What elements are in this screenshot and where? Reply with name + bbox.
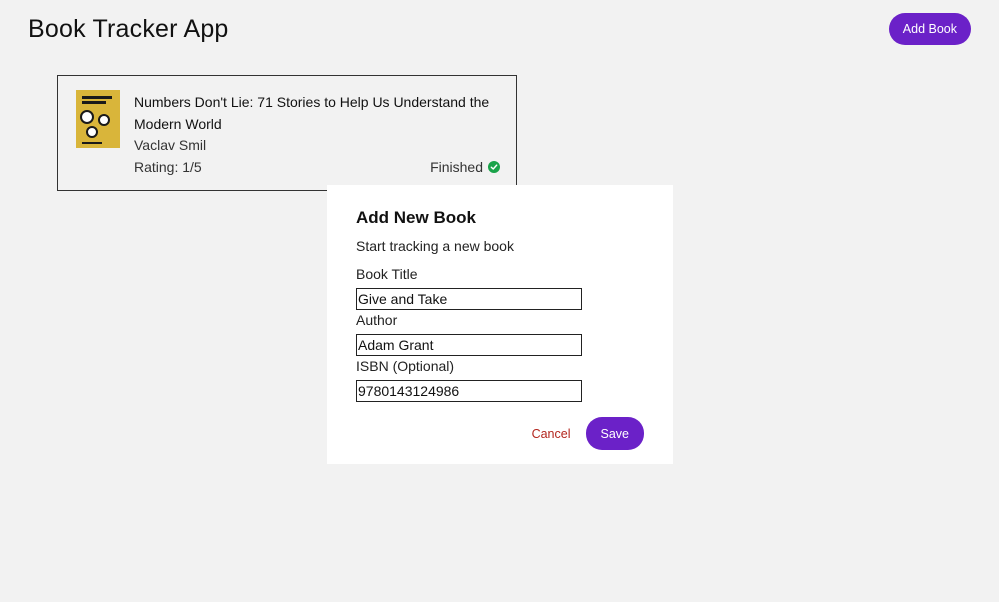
- author-input[interactable]: [356, 334, 582, 356]
- book-card[interactable]: Numbers Don't Lie: 71 Stories to Help Us…: [57, 75, 517, 191]
- dialog-title: Add New Book: [356, 208, 476, 227]
- check-circle-icon: [488, 161, 500, 173]
- book-rating: Rating: 1/5: [134, 159, 202, 175]
- save-button[interactable]: Save: [585, 417, 644, 450]
- cancel-button[interactable]: Cancel: [532, 427, 571, 441]
- add-book-button[interactable]: Add Book: [888, 13, 971, 45]
- isbn-input[interactable]: [356, 380, 582, 402]
- dialog-subtitle: Start tracking a new book: [356, 238, 514, 254]
- book-footer: Rating: 1/5 Finished: [134, 156, 500, 178]
- book-author: Vaclav Smil: [134, 137, 207, 153]
- author-label: Author: [356, 312, 398, 328]
- book-title-label: Book Title: [356, 266, 418, 282]
- book-title-field-group: Book Title: [356, 266, 644, 310]
- dialog-actions: Cancel Save: [532, 417, 644, 450]
- book-title: Numbers Don't Lie: 71 Stories to Help Us…: [134, 94, 490, 132]
- book-title-input[interactable]: [356, 288, 582, 310]
- book-info: Numbers Don't Lie: 71 Stories to Help Us…: [134, 91, 500, 178]
- app-header: Book Tracker App Add Book: [28, 12, 971, 46]
- book-cover-image: [76, 90, 120, 148]
- app-title: Book Tracker App: [28, 14, 229, 43]
- isbn-label: ISBN (Optional): [356, 358, 455, 374]
- add-book-dialog: Add New Book Start tracking a new book B…: [327, 185, 673, 464]
- status-badge: Finished: [430, 156, 500, 178]
- isbn-field-group: ISBN (Optional): [356, 358, 644, 402]
- author-field-group: Author: [356, 312, 644, 356]
- status-label: Finished: [430, 159, 483, 175]
